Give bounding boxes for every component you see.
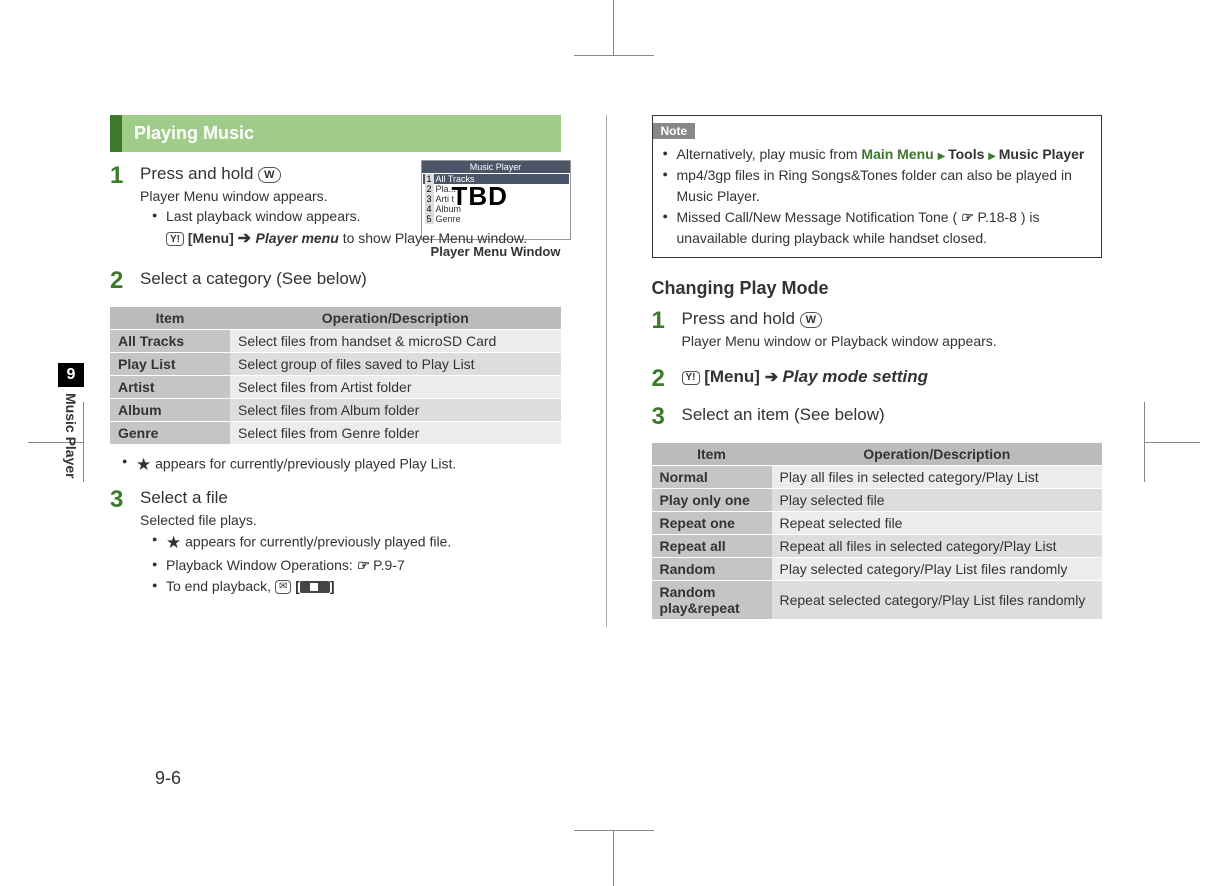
category-table: Item Operation/Description All TracksSel… [110,307,561,444]
heading-text: Playing Music [122,115,561,152]
step-number: 1 [652,309,676,333]
chapter-number: 9 [58,363,84,387]
step-number: 1 [110,164,134,188]
table-row: All TracksSelect files from handset & mi… [110,330,561,353]
y-button-icon: Y! [166,232,184,246]
right-column: Note Alternatively, play music from Main… [652,115,1103,627]
step-note: ★ appears for currently/previously playe… [152,530,561,556]
step-note: To end playback, ✉ [] [152,576,561,597]
note-label: Note [653,123,696,139]
triangle-icon: ▶ [938,151,948,162]
table-row: Play only onePlay selected file [652,489,1103,512]
section-heading: Playing Music [110,115,561,152]
screenshot-title: Music Player [422,161,570,173]
left-column: Playing Music Music Player 1All Tracks 2… [110,115,561,627]
reference-icon: ☞ [959,207,975,228]
table-header: Item [110,307,230,330]
step-subtext: Selected file plays. [140,512,561,528]
crop-mark [613,831,614,886]
table-header: Operation/Description [772,443,1103,466]
arrow-icon: ➔ [765,369,783,386]
crop-mark [613,0,614,55]
note-item: Missed Call/New Message Notification Ton… [663,207,1092,249]
star-icon: ★ [166,533,181,552]
step-number: 3 [652,405,676,429]
step-number: 2 [652,367,676,391]
chapter-label: Music Player [63,387,79,479]
table-row: NormalPlay all files in selected categor… [652,466,1103,489]
step-number: 2 [110,269,134,293]
step-3: 3 Select a file Selected file plays. ★ a… [140,488,561,598]
table-row: RandomPlay selected category/Play List f… [652,558,1103,581]
column-divider [606,115,607,627]
note-item: Alternatively, play music from Main Menu… [663,144,1092,165]
crop-mark [574,55,654,56]
play-mode-table: Item Operation/Description NormalPlay al… [652,443,1103,619]
stop-icon [300,581,330,593]
table-row: ArtistSelect files from Artist folder [110,376,561,399]
table-header: Item [652,443,772,466]
step-2: 2 Select a category (See below) [140,269,561,289]
reference-icon: ☞ [355,555,371,576]
step-3: 3 Select an item (See below) [682,405,1103,425]
crop-mark [1145,442,1200,443]
crop-mark [1144,402,1145,482]
w-key-icon: W [258,167,280,183]
crop-mark [574,830,654,831]
table-header: Operation/Description [230,307,561,330]
subsection-heading: Changing Play Mode [652,278,1103,299]
note-item: mp4/3gp files in Ring Songs&Tones folder… [663,165,1092,207]
step-number: 3 [110,488,134,512]
table-row: Repeat allRepeat all files in selected c… [652,535,1103,558]
table-footnote: ★ appears for currently/previously playe… [122,452,561,478]
triangle-icon: ▶ [988,151,998,162]
table-row: Random play&repeatRepeat selected catego… [652,581,1103,620]
step-2: 2 Y! [Menu] ➔ Play mode setting [682,367,1103,387]
table-row: Repeat oneRepeat selected file [652,512,1103,535]
page-number: 9-6 [155,768,181,789]
step-1: 1 Press and hold W Player Menu window or… [682,309,1103,349]
step-note: Playback Window Operations: ☞ P.9-7 [152,555,561,576]
w-key-icon: W [800,312,822,328]
mail-key-icon: ✉ [275,580,291,594]
star-icon: ★ [136,455,151,474]
step-title: Select an item (See below) [682,405,1103,425]
y-button-icon: Y! [682,371,700,385]
step-title: Select a file [140,488,561,508]
step-subtext: Player Menu window or Playback window ap… [682,333,1103,349]
step-note: Last playback window appears. Y! [Menu] … [152,206,561,251]
arrow-icon: ➔ [238,230,256,247]
step-title: Y! [Menu] ➔ Play mode setting [682,367,1103,387]
step-title: Select a category (See below) [140,269,561,289]
table-row: Play ListSelect group of files saved to … [110,353,561,376]
note-box: Note Alternatively, play music from Main… [652,115,1103,258]
side-tab: 9 Music Player [58,363,84,479]
table-row: AlbumSelect files from Album folder [110,399,561,422]
table-row: GenreSelect files from Genre folder [110,422,561,445]
step-title: Press and hold W [682,309,1103,329]
